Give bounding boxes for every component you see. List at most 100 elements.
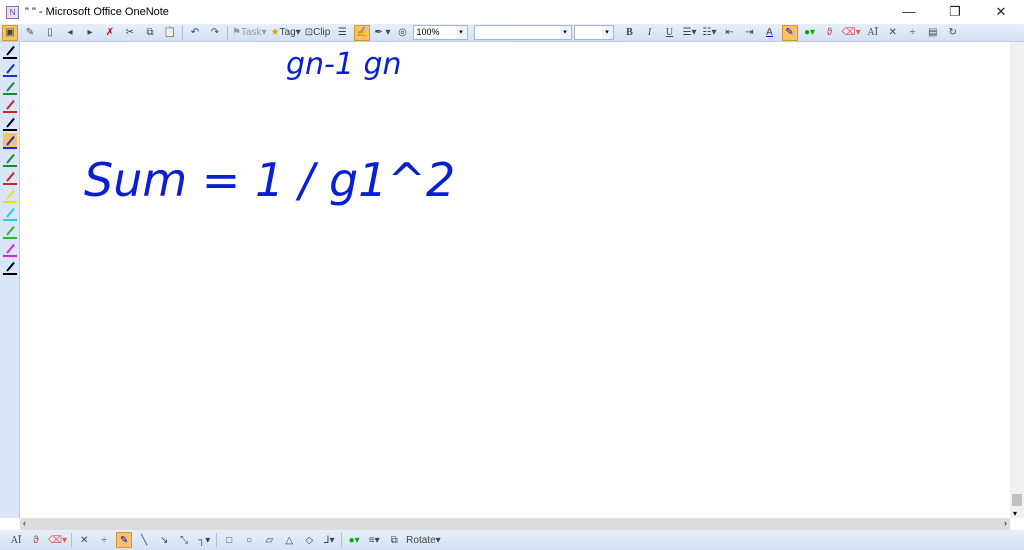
full-page-view-icon[interactable]: ▣	[2, 24, 18, 41]
arrow-icon[interactable]: ↘	[156, 532, 172, 548]
chevron-down-icon: ▾	[559, 26, 571, 39]
cut-icon[interactable]: ✂	[122, 25, 138, 41]
scroll-left-arrow-icon[interactable]: ‹	[23, 518, 26, 528]
pen-8-icon[interactable]	[3, 169, 17, 185]
line-icon[interactable]: ╲	[136, 532, 152, 548]
page-list-icon[interactable]: ☰	[334, 25, 350, 41]
ellipse-icon[interactable]: ○	[241, 532, 257, 548]
horizontal-scrollbar[interactable]: ‹ ›	[20, 518, 1010, 530]
text-style-button[interactable]: AĪ	[8, 532, 24, 548]
redo-icon[interactable]: ↷	[207, 25, 223, 41]
italic-button[interactable]: I	[642, 25, 658, 41]
pen-4-icon[interactable]	[3, 97, 17, 113]
tag-label: Tag	[279, 27, 296, 38]
minimize-button[interactable]: —	[886, 0, 932, 24]
pen-3-icon[interactable]	[3, 79, 17, 95]
fill-color-icon[interactable]: ●▾	[802, 25, 818, 41]
fill-color-icon[interactable]: ●▾	[346, 532, 362, 548]
star-icon: ★	[270, 27, 280, 38]
insert-space-icon[interactable]: ÷	[905, 25, 921, 41]
underline-button[interactable]: U	[662, 25, 678, 41]
double-arrow-icon[interactable]: ⤡	[176, 532, 192, 548]
new-page-icon[interactable]: ▯	[42, 25, 58, 41]
connector-icon[interactable]: ⅃▾	[321, 532, 337, 548]
scroll-right-arrow-icon[interactable]: ›	[1004, 518, 1007, 528]
zoom-value: 100%	[416, 27, 440, 37]
delete-page-icon[interactable]: ✗	[102, 25, 118, 41]
pen-color-icon[interactable]: ✎	[116, 532, 133, 548]
tag-button[interactable]: ★ Tag ▾	[271, 25, 301, 41]
pen-1-icon[interactable]	[3, 43, 17, 59]
font-color-button[interactable]: A	[762, 25, 778, 41]
task-label: Task	[240, 27, 262, 38]
vertical-scroll-thumb[interactable]	[1012, 494, 1022, 506]
increase-indent-icon[interactable]: ⇥	[742, 25, 758, 41]
vertical-scrollbar[interactable]: ▾	[1010, 42, 1024, 518]
ink-drawing: gn-1 gn Sum = 1 / g1^2	[84, 47, 455, 207]
window-title: " " - Microsoft Office OneNote	[25, 6, 169, 18]
pen-dropdown-icon[interactable]: ✒ ▾	[374, 25, 390, 41]
delete-icon[interactable]: ✕	[885, 25, 901, 41]
diamond-icon[interactable]: ◇	[301, 532, 317, 548]
close-button[interactable]: ✕	[978, 0, 1024, 24]
title-bar: N " " - Microsoft Office OneNote — ❐ ✕	[0, 0, 1024, 24]
scroll-down-arrow-icon[interactable]: ▾	[1013, 509, 1017, 518]
drawing-toolbar: AĪ ϑ ⌫▾ ✕ ÷ ✎ ╲ ↘ ⤡ ┐▾ □ ○ ▱ △ ◇ ⅃▾ ●▾ ≡…	[0, 530, 1024, 550]
eraser-icon[interactable]: ⌫▾	[842, 25, 861, 41]
text-style-button[interactable]: AĪ	[865, 25, 881, 41]
pen-7-icon[interactable]	[3, 151, 17, 167]
forward-icon[interactable]: ▸	[82, 25, 98, 41]
font-select[interactable]: ▾	[473, 25, 572, 40]
bold-button[interactable]: B	[622, 25, 638, 41]
lasso-icon[interactable]: ϑ	[822, 25, 838, 41]
pin-icon[interactable]: ✎	[22, 25, 38, 41]
pen-12-icon[interactable]	[3, 241, 17, 257]
back-icon[interactable]: ◂	[62, 25, 78, 41]
clip-icon: ⊡	[304, 27, 314, 38]
decrease-indent-icon[interactable]: ⇤	[722, 25, 738, 41]
delete-icon[interactable]: ✕	[76, 532, 92, 548]
bullets-icon[interactable]: ☰▾	[682, 25, 698, 41]
pen-color-icon[interactable]: ✎	[781, 24, 798, 41]
task-button[interactable]: ⚑ Task ▾	[232, 25, 267, 41]
copy-icon[interactable]: ⧉	[142, 25, 158, 41]
pen-mode-icon[interactable]: ✍	[354, 24, 371, 41]
page-icon[interactable]: ▤	[925, 25, 941, 41]
triangle-icon[interactable]: △	[281, 532, 297, 548]
pen-9-icon[interactable]	[3, 187, 17, 203]
standard-toolbar: ▣ ✎ ▯ ◂ ▸ ✗ ✂ ⧉ 📋 ↶ ↷ ⚑ Task ▾ ★ Tag ▾ ⊡ Cl…	[0, 24, 1024, 42]
parallelogram-icon[interactable]: ▱	[261, 532, 277, 548]
pen-13-icon[interactable]	[3, 259, 17, 275]
zoom-select[interactable]: 100% ▾	[412, 25, 468, 40]
paste-icon[interactable]: 📋	[162, 25, 178, 41]
note-canvas[interactable]: gn-1 gn Sum = 1 / g1^2	[20, 42, 1010, 518]
numbering-icon[interactable]: ☷▾	[702, 25, 718, 41]
arrange-icon[interactable]: ⧉	[386, 532, 402, 548]
onenote-app-icon: N	[6, 5, 19, 19]
lasso-icon[interactable]: ϑ	[28, 532, 44, 548]
rotate-button[interactable]: Rotate ▾	[406, 532, 441, 548]
pen-palette	[0, 42, 20, 518]
ink-sum-equation: Sum = 1 / g1^2	[84, 153, 455, 207]
pen-6-icon[interactable]	[3, 133, 17, 149]
rectangle-icon[interactable]: □	[221, 532, 237, 548]
restore-button[interactable]: ❐	[932, 0, 978, 24]
chevron-down-icon: ▾	[455, 26, 467, 39]
pen-11-icon[interactable]	[3, 223, 17, 239]
insert-space-icon[interactable]: ÷	[96, 532, 112, 548]
ink-to-text-icon[interactable]: ↻	[945, 25, 961, 41]
research-icon[interactable]: ◎	[395, 25, 411, 41]
pen-2-icon[interactable]	[3, 61, 17, 77]
line-weight-icon[interactable]: ≡▾	[366, 532, 382, 548]
font-size-select[interactable]: ▾	[573, 25, 614, 40]
chevron-down-icon: ▾	[601, 26, 613, 39]
rotate-label: Rotate	[406, 534, 436, 546]
undo-icon[interactable]: ↶	[187, 25, 203, 41]
ink-gn-1-gn: gn-1 gn	[286, 47, 402, 82]
pen-5-icon[interactable]	[3, 115, 17, 131]
clip-label: Clip	[313, 27, 331, 38]
pen-10-icon[interactable]	[3, 205, 17, 221]
clip-button[interactable]: ⊡ Clip	[305, 25, 331, 41]
eraser-icon[interactable]: ⌫▾	[48, 532, 67, 548]
axes-icon[interactable]: ┐▾	[196, 532, 212, 548]
